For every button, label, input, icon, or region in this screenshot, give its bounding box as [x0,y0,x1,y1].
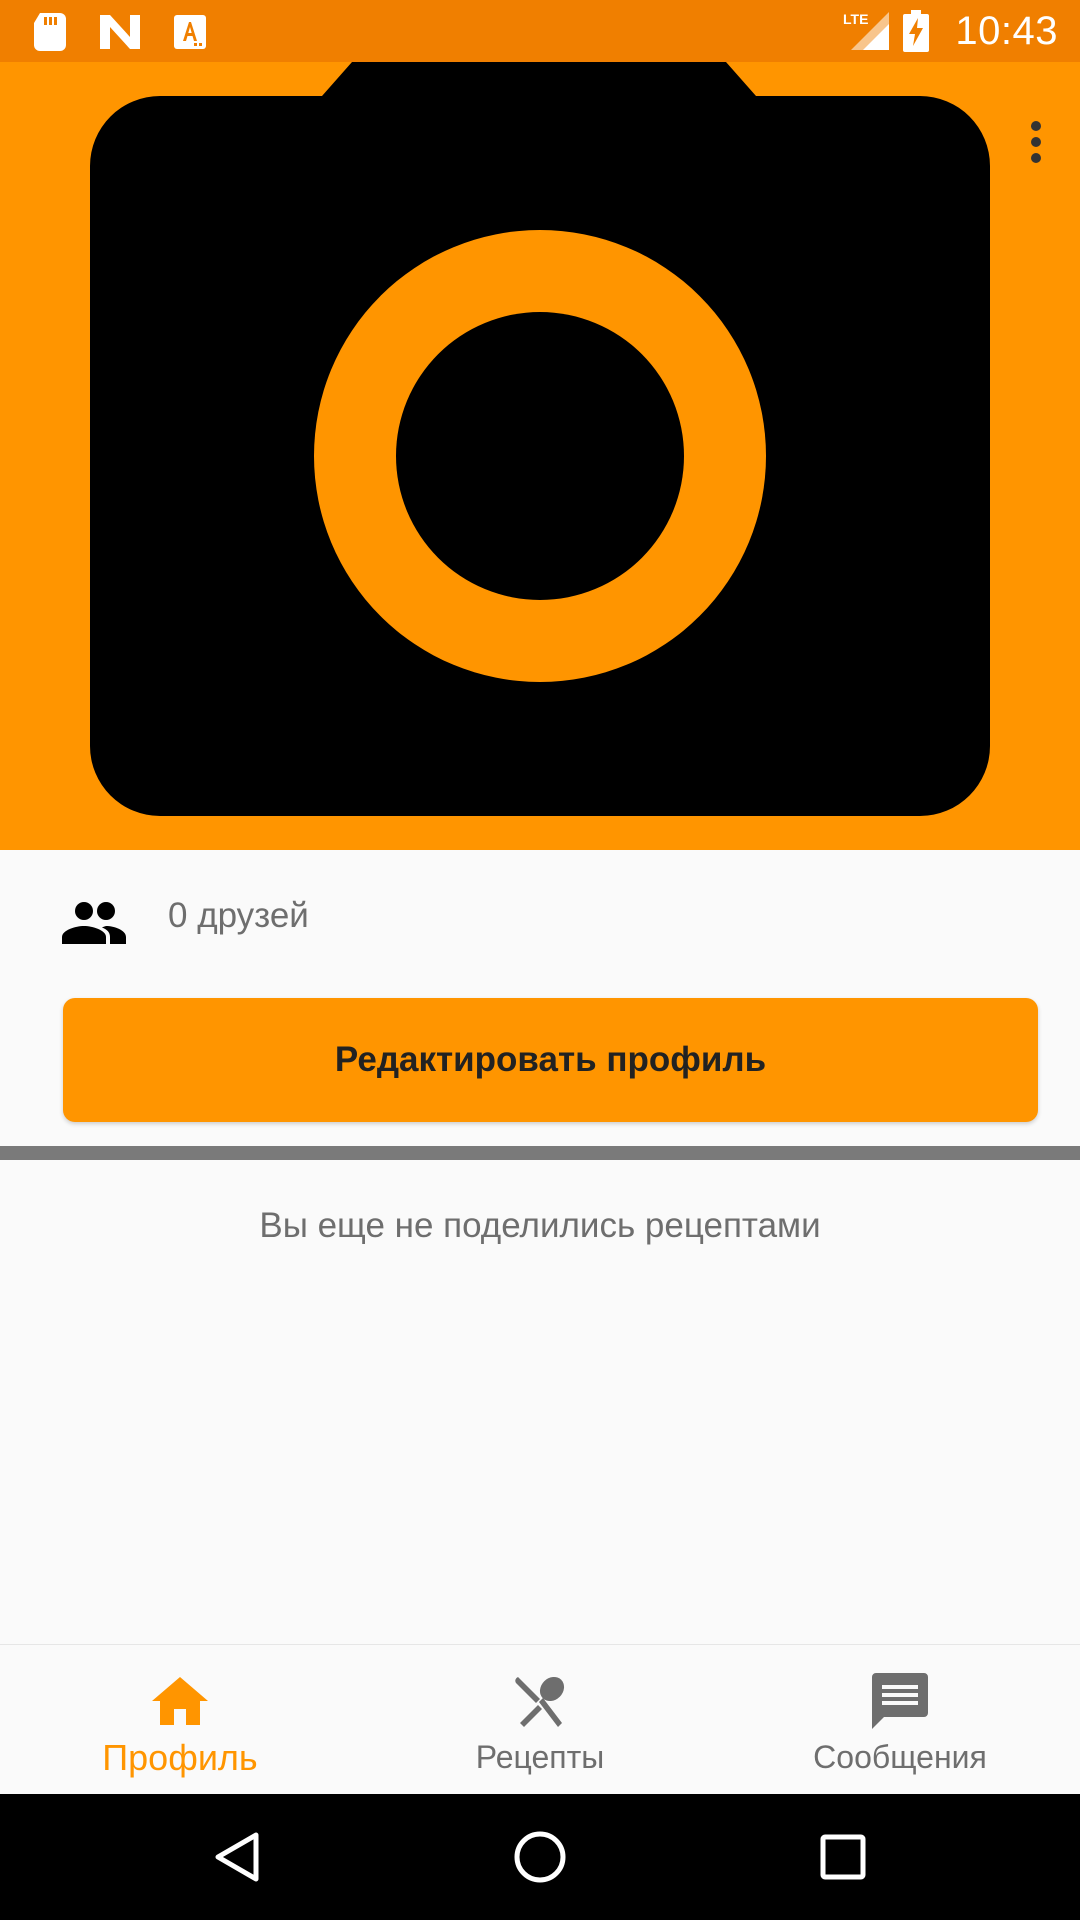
nav-item-recipes[interactable]: Рецепты [360,1645,720,1795]
home-button[interactable] [507,1824,573,1890]
bottom-navigation: Профиль Рецепты Сообщения [0,1644,1080,1795]
friends-row[interactable]: 0 друзей [0,870,1080,970]
more-vert-icon [1031,121,1041,163]
home-icon [150,1671,210,1731]
divider [0,1146,1080,1160]
notification-icons [30,12,240,52]
n-logo-icon [100,12,140,52]
camera-icon [90,62,990,816]
empty-recipes-message: Вы еще не поделились рецептами [259,1206,821,1245]
lte-signal-icon: LTE [843,10,890,52]
clock: 10:43 [955,8,1058,53]
edit-profile-label: Редактировать профиль [334,1040,767,1079]
nav-label-profile: Профиль [102,1737,258,1778]
nav-label-recipes: Рецепты [475,1739,605,1775]
restaurant-icon [510,1671,570,1731]
back-icon [215,1832,259,1882]
people-icon [62,902,126,944]
system-navigation-bar [0,1794,1080,1920]
a-font-icon [170,12,210,52]
home-circle-icon [514,1831,566,1883]
nav-item-profile[interactable]: Профиль [0,1645,360,1795]
sd-card-icon [30,12,70,52]
overflow-menu-button[interactable] [1008,100,1064,184]
message-icon [870,1671,930,1731]
status-bar: LTE 10:43 [0,0,1080,62]
edit-profile-button[interactable]: Редактировать профиль [63,998,1038,1122]
profile-screen: LTE 10:43 0 друзей Редактировать профиль… [0,0,1080,1920]
friends-count: 0 друзей [168,896,309,935]
system-status: LTE 10:43 [829,8,1058,54]
recents-icon [820,1834,866,1880]
recents-button[interactable] [810,1824,876,1890]
svg-text:LTE: LTE [843,11,868,27]
battery-charging-icon [903,10,930,52]
nav-label-messages: Сообщения [813,1739,987,1775]
nav-item-messages[interactable]: Сообщения [720,1645,1080,1795]
back-button[interactable] [204,1824,270,1890]
profile-photo-header[interactable] [0,62,1080,850]
